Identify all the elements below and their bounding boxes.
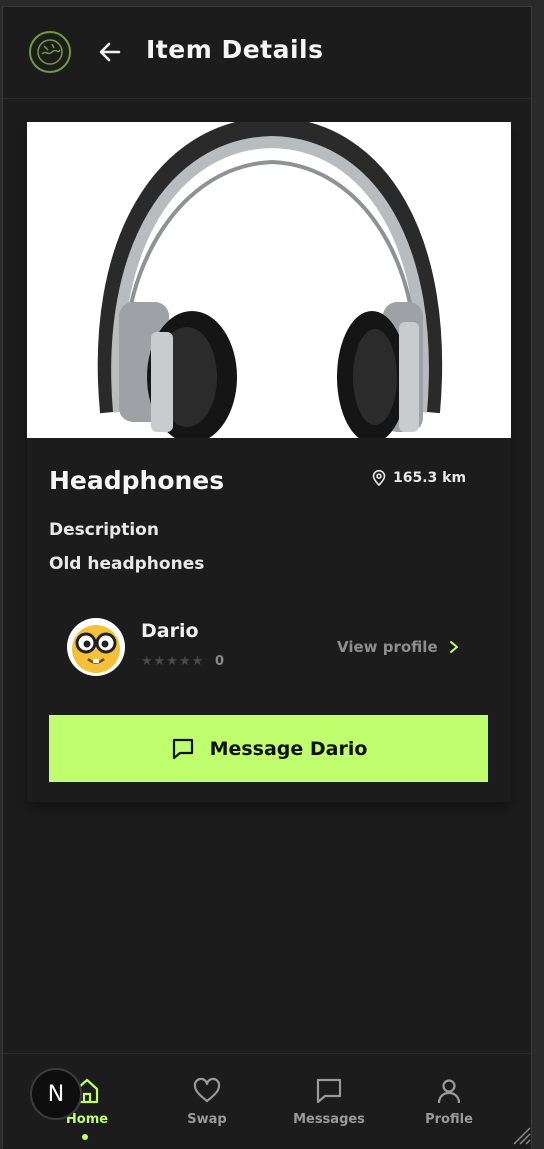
- location-pin-icon: [372, 470, 386, 486]
- nav-swap-label: Swap: [187, 1112, 227, 1127]
- item-photo: [27, 122, 511, 438]
- message-button-label: Message Dario: [209, 737, 368, 760]
- nav-profile[interactable]: Profile: [399, 1076, 499, 1127]
- nav-swap[interactable]: Swap: [157, 1076, 257, 1127]
- rating-count: 0: [215, 654, 225, 669]
- app-header: Item Details: [3, 7, 531, 99]
- rating-stars: ★★★★★: [141, 654, 205, 669]
- item-name: Headphones: [49, 466, 225, 495]
- nav-profile-label: Profile: [425, 1112, 473, 1127]
- owner-row: Dario ★★★★★ 0 View profile: [49, 604, 489, 684]
- description-label: Description: [49, 520, 159, 540]
- distance-text: 165.3 km: [393, 470, 467, 486]
- badge-letter: N: [47, 1081, 65, 1107]
- heart-icon: [193, 1077, 221, 1103]
- globe-hand-icon: [37, 39, 63, 65]
- active-nav-indicator: [82, 1134, 88, 1140]
- nav-messages-label: Messages: [293, 1112, 365, 1127]
- resize-handle-icon[interactable]: [510, 1124, 532, 1146]
- app-frame: Item Details Headphones 165.3 km Descrip…: [2, 6, 532, 1149]
- arrow-left-icon: [99, 42, 121, 62]
- chat-icon: [172, 738, 193, 759]
- description-text: Old headphones: [49, 554, 205, 574]
- view-profile-label: View profile: [337, 638, 438, 656]
- back-button[interactable]: [95, 37, 125, 67]
- app-logo[interactable]: [29, 31, 71, 73]
- message-owner-button[interactable]: Message Dario: [49, 715, 488, 782]
- headphones-image: [97, 122, 443, 438]
- page-title: Item Details: [146, 35, 324, 64]
- item-distance: 165.3 km: [371, 470, 466, 486]
- view-profile-link[interactable]: View profile: [337, 638, 460, 656]
- nerd-emoji-icon: [72, 625, 120, 673]
- chevron-right-icon: [449, 641, 458, 653]
- avatar[interactable]: [67, 618, 125, 676]
- chat-icon: [316, 1078, 342, 1104]
- dev-tools-badge[interactable]: N: [30, 1068, 82, 1120]
- owner-name: Dario: [141, 620, 199, 642]
- user-icon: [437, 1079, 461, 1104]
- nav-messages[interactable]: Messages: [279, 1076, 379, 1127]
- item-card: Headphones 165.3 km Description Old head…: [27, 122, 511, 802]
